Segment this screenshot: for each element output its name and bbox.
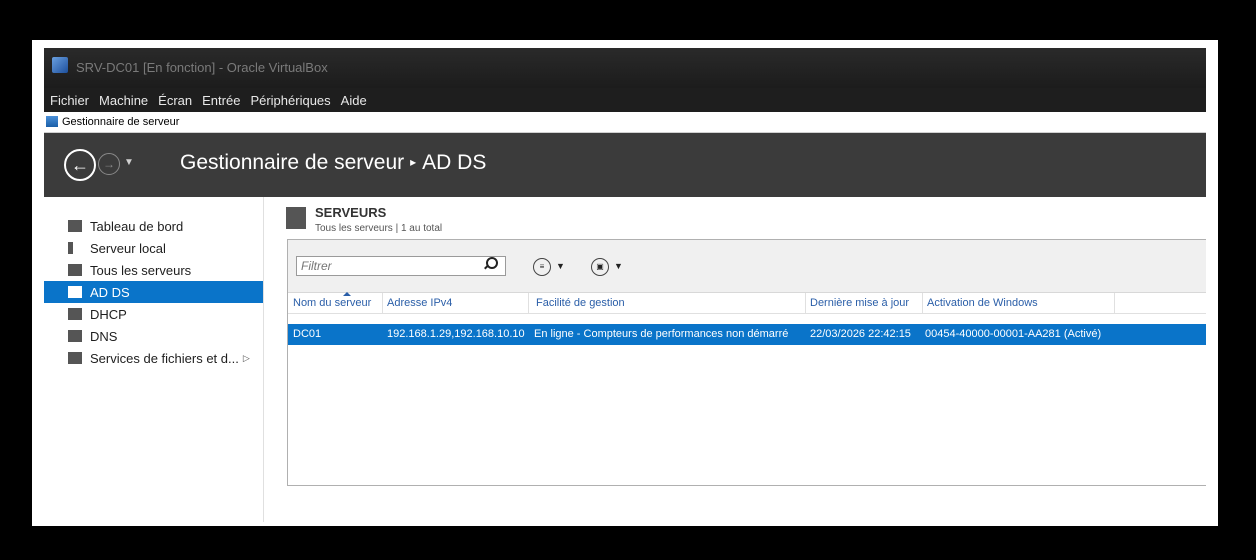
sidebar-item-tous-les-serveurs[interactable]: Tous les serveurs xyxy=(44,259,263,281)
sidebar-item-ad-ds[interactable]: AD DS xyxy=(44,281,263,303)
column-divider[interactable] xyxy=(382,293,383,313)
sidebar-item-label: AD DS xyxy=(90,284,130,300)
servers-icon xyxy=(68,264,82,276)
column-divider[interactable] xyxy=(1114,293,1115,313)
virtualbox-icon xyxy=(52,57,68,73)
tile-title: SERVEURS xyxy=(315,205,387,220)
dashboard-icon xyxy=(68,220,82,232)
menu-bar: Fichier Machine Écran Entrée Périphériqu… xyxy=(44,88,1206,112)
breadcrumb-current: AD DS xyxy=(422,151,487,174)
sidebar-item-label: Serveur local xyxy=(90,240,166,256)
history-dropdown-icon[interactable]: ▼ xyxy=(124,157,134,168)
adds-icon xyxy=(68,286,82,298)
servers-panel: ≡ ▼ ▣ ▼ Nom du serveur Adresse IPv4 Faci… xyxy=(287,239,1206,486)
search-icon[interactable] xyxy=(486,257,498,269)
column-divider[interactable] xyxy=(922,293,923,313)
sidebar-item-label: Tous les serveurs xyxy=(90,262,192,278)
cell-ipv4: 192.168.1.29,192.168.10.10 xyxy=(387,328,525,340)
sidebar-item-dhcp[interactable]: DHCP xyxy=(44,303,263,325)
main-content: SERVEURS Tous les serveurs | 1 au total … xyxy=(264,197,1206,522)
servers-tile-icon xyxy=(286,207,306,229)
dhcp-icon xyxy=(68,308,82,320)
breadcrumb: Gestionnaire de serveur ▸ AD DS xyxy=(180,151,486,175)
menu-fichier[interactable]: Fichier xyxy=(50,93,89,108)
sidebar-item-serveur-local[interactable]: Serveur local xyxy=(44,237,263,259)
submenu-arrow-icon[interactable]: ▷ xyxy=(243,353,250,364)
sidebar-item-label: Services de fichiers et d... xyxy=(90,350,239,366)
column-derniere-mise-a-jour[interactable]: Dernière mise à jour xyxy=(810,297,909,309)
app-titlebar: Gestionnaire de serveur xyxy=(44,112,1206,133)
sort-ascending-icon xyxy=(343,292,351,296)
menu-ecran[interactable]: Écran xyxy=(158,93,192,108)
forward-button[interactable]: → xyxy=(98,153,120,175)
cell-activation: 00454-40000-00001-AA281 (Activé) xyxy=(925,328,1102,340)
column-facilite-de-gestion[interactable]: Facilité de gestion xyxy=(536,297,625,309)
column-nom-du-serveur[interactable]: Nom du serveur xyxy=(293,297,371,309)
menu-peripheriques[interactable]: Périphériques xyxy=(250,93,330,108)
tile-subtitle: Tous les serveurs | 1 au total xyxy=(315,223,443,234)
servers-toolbar: ≡ ▼ ▣ ▼ xyxy=(288,240,1206,293)
menu-machine[interactable]: Machine xyxy=(99,93,148,108)
sidebar-item-tableau-de-bord[interactable]: Tableau de bord xyxy=(44,215,263,237)
file-services-icon xyxy=(68,352,82,364)
menu-entree[interactable]: Entrée xyxy=(202,93,240,108)
breadcrumb-root[interactable]: Gestionnaire de serveur xyxy=(180,151,404,174)
filter-input[interactable] xyxy=(296,256,506,276)
screenshot-frame: SRV-DC01 [En fonction] - Oracle VirtualB… xyxy=(32,40,1218,526)
breadcrumb-separator: ▸ xyxy=(410,155,417,169)
cell-manageability: En ligne - Compteurs de performances non… xyxy=(534,328,789,340)
column-adresse-ipv4[interactable]: Adresse IPv4 xyxy=(387,297,452,309)
back-button[interactable]: ← xyxy=(64,149,96,181)
cell-last-update: 22/03/2026 22:42:15 xyxy=(810,328,911,340)
dns-icon xyxy=(68,330,82,342)
virtualbox-window: SRV-DC01 [En fonction] - Oracle VirtualB… xyxy=(44,48,1206,522)
column-divider[interactable] xyxy=(528,293,529,313)
save-query-icon[interactable]: ▣ xyxy=(591,258,609,276)
column-divider[interactable] xyxy=(805,293,806,313)
save-query-dropdown-icon[interactable]: ▼ xyxy=(614,261,623,271)
sidebar-item-label: DHCP xyxy=(90,306,127,322)
app-title: Gestionnaire de serveur xyxy=(62,116,180,128)
list-options-icon[interactable]: ≡ xyxy=(533,258,551,276)
column-activation-de-windows[interactable]: Activation de Windows xyxy=(927,297,1038,309)
list-options-dropdown-icon[interactable]: ▼ xyxy=(556,261,565,271)
server-manager-icon xyxy=(46,116,58,127)
server-icon xyxy=(68,242,73,254)
table-header: Nom du serveur Adresse IPv4 Facilité de … xyxy=(288,292,1206,314)
sidebar-item-label: DNS xyxy=(90,328,118,344)
menu-aide[interactable]: Aide xyxy=(341,93,367,108)
window-title: SRV-DC01 [En fonction] - Oracle VirtualB… xyxy=(76,60,328,75)
window-titlebar[interactable]: SRV-DC01 [En fonction] - Oracle VirtualB… xyxy=(44,48,1206,88)
app-header: ← → ▼ Gestionnaire de serveur ▸ AD DS xyxy=(44,133,1206,197)
sidebar: Tableau de bord Serveur local Tous les s… xyxy=(44,197,264,522)
cell-server-name: DC01 xyxy=(293,328,322,340)
sidebar-item-dns[interactable]: DNS xyxy=(44,325,263,347)
sidebar-item-services-de-fichiers[interactable]: Services de fichiers et d... ▷ xyxy=(44,347,263,369)
sidebar-item-label: Tableau de bord xyxy=(90,218,184,234)
table-row[interactable]: DC01 192.168.1.29,192.168.10.10 En ligne… xyxy=(288,324,1206,345)
